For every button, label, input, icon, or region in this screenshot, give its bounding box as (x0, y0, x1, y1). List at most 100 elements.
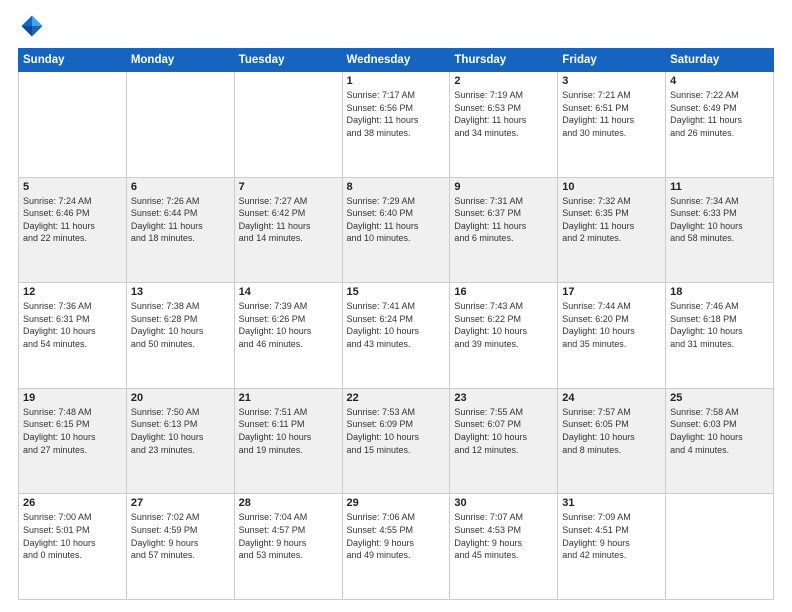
weekday-header-tuesday: Tuesday (234, 49, 342, 72)
day-info: Sunrise: 7:09 AM Sunset: 4:51 PM Dayligh… (562, 511, 661, 561)
logo (18, 12, 50, 40)
day-info: Sunrise: 7:06 AM Sunset: 4:55 PM Dayligh… (347, 511, 446, 561)
day-info: Sunrise: 7:00 AM Sunset: 5:01 PM Dayligh… (23, 511, 122, 561)
day-info: Sunrise: 7:24 AM Sunset: 6:46 PM Dayligh… (23, 195, 122, 245)
day-number: 11 (670, 181, 769, 193)
day-number: 4 (670, 75, 769, 87)
day-cell: 17 Sunrise: 7:44 AM Sunset: 6:20 PM Dayli… (558, 283, 666, 389)
day-info: Sunrise: 7:36 AM Sunset: 6:31 PM Dayligh… (23, 300, 122, 350)
day-info: Sunrise: 7:38 AM Sunset: 6:28 PM Dayligh… (131, 300, 230, 350)
day-cell: 31Sunrise: 7:09 AM Sunset: 4:51 PM Dayli… (558, 494, 666, 600)
day-cell: 27 Sunrise: 7:02 AM Sunset: 4:59 PM Dayli… (126, 494, 234, 600)
day-number: 3 (562, 75, 661, 87)
week-row-3: 12 Sunrise: 7:36 AM Sunset: 6:31 PM Dayli… (19, 283, 774, 389)
day-cell: 1Sunrise: 7:17 AM Sunset: 6:56 PM Daylig… (342, 72, 450, 178)
day-cell: 23Sunrise: 7:55 AM Sunset: 6:07 PM Dayli… (450, 388, 558, 494)
day-info: Sunrise: 7:41 AM Sunset: 6:24 PM Dayligh… (347, 300, 446, 350)
day-cell: 18 Sunrise: 7:46 AM Sunset: 6:18 PM Dayli… (666, 283, 774, 389)
day-number: 18 (670, 286, 769, 298)
day-cell: 7 Sunrise: 7:27 AM Sunset: 6:42 PM Daylig… (234, 177, 342, 283)
weekday-header-thursday: Thursday (450, 49, 558, 72)
day-cell (19, 72, 127, 178)
day-cell: 2 Sunrise: 7:19 AM Sunset: 6:53 PM Daylig… (450, 72, 558, 178)
day-info: Sunrise: 7:43 AM Sunset: 6:22 PM Dayligh… (454, 300, 553, 350)
day-number: 15 (347, 286, 446, 298)
day-info: Sunrise: 7:26 AM Sunset: 6:44 PM Dayligh… (131, 195, 230, 245)
day-cell: 6Sunrise: 7:26 AM Sunset: 6:44 PM Daylig… (126, 177, 234, 283)
day-cell: 3 Sunrise: 7:21 AM Sunset: 6:51 PM Daylig… (558, 72, 666, 178)
day-info: Sunrise: 7:39 AM Sunset: 6:26 PM Dayligh… (239, 300, 338, 350)
day-number: 23 (454, 392, 553, 404)
day-cell: 10 Sunrise: 7:32 AM Sunset: 6:35 PM Dayli… (558, 177, 666, 283)
day-cell: 24 Sunrise: 7:57 AM Sunset: 6:05 PM Dayli… (558, 388, 666, 494)
week-row-5: 26 Sunrise: 7:00 AM Sunset: 5:01 PM Dayli… (19, 494, 774, 600)
day-cell: 14 Sunrise: 7:39 AM Sunset: 6:26 PM Dayli… (234, 283, 342, 389)
logo-icon (18, 12, 46, 40)
weekday-header-row: SundayMondayTuesdayWednesdayThursdayFrid… (19, 49, 774, 72)
page: SundayMondayTuesdayWednesdayThursdayFrid… (0, 0, 792, 612)
weekday-header-wednesday: Wednesday (342, 49, 450, 72)
calendar: SundayMondayTuesdayWednesdayThursdayFrid… (18, 48, 774, 600)
day-cell: 21 Sunrise: 7:51 AM Sunset: 6:11 PM Dayli… (234, 388, 342, 494)
day-cell: 19Sunrise: 7:48 AM Sunset: 6:15 PM Dayli… (19, 388, 127, 494)
day-number: 26 (23, 497, 122, 509)
day-number: 17 (562, 286, 661, 298)
day-info: Sunrise: 7:44 AM Sunset: 6:20 PM Dayligh… (562, 300, 661, 350)
weekday-header-monday: Monday (126, 49, 234, 72)
day-number: 21 (239, 392, 338, 404)
day-number: 28 (239, 497, 338, 509)
day-info: Sunrise: 7:31 AM Sunset: 6:37 PM Dayligh… (454, 195, 553, 245)
day-number: 25 (670, 392, 769, 404)
day-info: Sunrise: 7:48 AM Sunset: 6:15 PM Dayligh… (23, 406, 122, 456)
day-number: 27 (131, 497, 230, 509)
day-info: Sunrise: 7:22 AM Sunset: 6:49 PM Dayligh… (670, 89, 769, 139)
day-info: Sunrise: 7:51 AM Sunset: 6:11 PM Dayligh… (239, 406, 338, 456)
day-cell: 4 Sunrise: 7:22 AM Sunset: 6:49 PM Daylig… (666, 72, 774, 178)
day-number: 10 (562, 181, 661, 193)
day-info: Sunrise: 7:02 AM Sunset: 4:59 PM Dayligh… (131, 511, 230, 561)
weekday-header-saturday: Saturday (666, 49, 774, 72)
day-number: 13 (131, 286, 230, 298)
day-number: 12 (23, 286, 122, 298)
day-info: Sunrise: 7:57 AM Sunset: 6:05 PM Dayligh… (562, 406, 661, 456)
day-number: 16 (454, 286, 553, 298)
day-cell (666, 494, 774, 600)
day-cell: 22 Sunrise: 7:53 AM Sunset: 6:09 PM Dayli… (342, 388, 450, 494)
day-info: Sunrise: 7:27 AM Sunset: 6:42 PM Dayligh… (239, 195, 338, 245)
day-number: 8 (347, 181, 446, 193)
day-number: 24 (562, 392, 661, 404)
day-info: Sunrise: 7:50 AM Sunset: 6:13 PM Dayligh… (131, 406, 230, 456)
day-cell: 20 Sunrise: 7:50 AM Sunset: 6:13 PM Dayli… (126, 388, 234, 494)
weekday-header-friday: Friday (558, 49, 666, 72)
day-info: Sunrise: 7:53 AM Sunset: 6:09 PM Dayligh… (347, 406, 446, 456)
day-cell: 28Sunrise: 7:04 AM Sunset: 4:57 PM Dayli… (234, 494, 342, 600)
day-cell: 30Sunrise: 7:07 AM Sunset: 4:53 PM Dayli… (450, 494, 558, 600)
day-number: 14 (239, 286, 338, 298)
day-cell: 5 Sunrise: 7:24 AM Sunset: 6:46 PM Daylig… (19, 177, 127, 283)
week-row-2: 5 Sunrise: 7:24 AM Sunset: 6:46 PM Daylig… (19, 177, 774, 283)
day-info: Sunrise: 7:29 AM Sunset: 6:40 PM Dayligh… (347, 195, 446, 245)
day-cell: 26 Sunrise: 7:00 AM Sunset: 5:01 PM Dayli… (19, 494, 127, 600)
day-number: 29 (347, 497, 446, 509)
day-info: Sunrise: 7:58 AM Sunset: 6:03 PM Dayligh… (670, 406, 769, 456)
day-cell: 11 Sunrise: 7:34 AM Sunset: 6:33 PM Dayli… (666, 177, 774, 283)
day-cell (126, 72, 234, 178)
day-info: Sunrise: 7:46 AM Sunset: 6:18 PM Dayligh… (670, 300, 769, 350)
day-info: Sunrise: 7:21 AM Sunset: 6:51 PM Dayligh… (562, 89, 661, 139)
header (18, 12, 774, 40)
day-cell: 16 Sunrise: 7:43 AM Sunset: 6:22 PM Dayli… (450, 283, 558, 389)
day-cell (234, 72, 342, 178)
day-number: 5 (23, 181, 122, 193)
day-cell: 12 Sunrise: 7:36 AM Sunset: 6:31 PM Dayli… (19, 283, 127, 389)
day-info: Sunrise: 7:19 AM Sunset: 6:53 PM Dayligh… (454, 89, 553, 139)
day-cell: 15 Sunrise: 7:41 AM Sunset: 6:24 PM Dayli… (342, 283, 450, 389)
week-row-4: 19Sunrise: 7:48 AM Sunset: 6:15 PM Dayli… (19, 388, 774, 494)
day-number: 22 (347, 392, 446, 404)
day-number: 2 (454, 75, 553, 87)
day-number: 30 (454, 497, 553, 509)
day-number: 7 (239, 181, 338, 193)
day-info: Sunrise: 7:32 AM Sunset: 6:35 PM Dayligh… (562, 195, 661, 245)
day-info: Sunrise: 7:34 AM Sunset: 6:33 PM Dayligh… (670, 195, 769, 245)
day-number: 20 (131, 392, 230, 404)
day-number: 1 (347, 75, 446, 87)
